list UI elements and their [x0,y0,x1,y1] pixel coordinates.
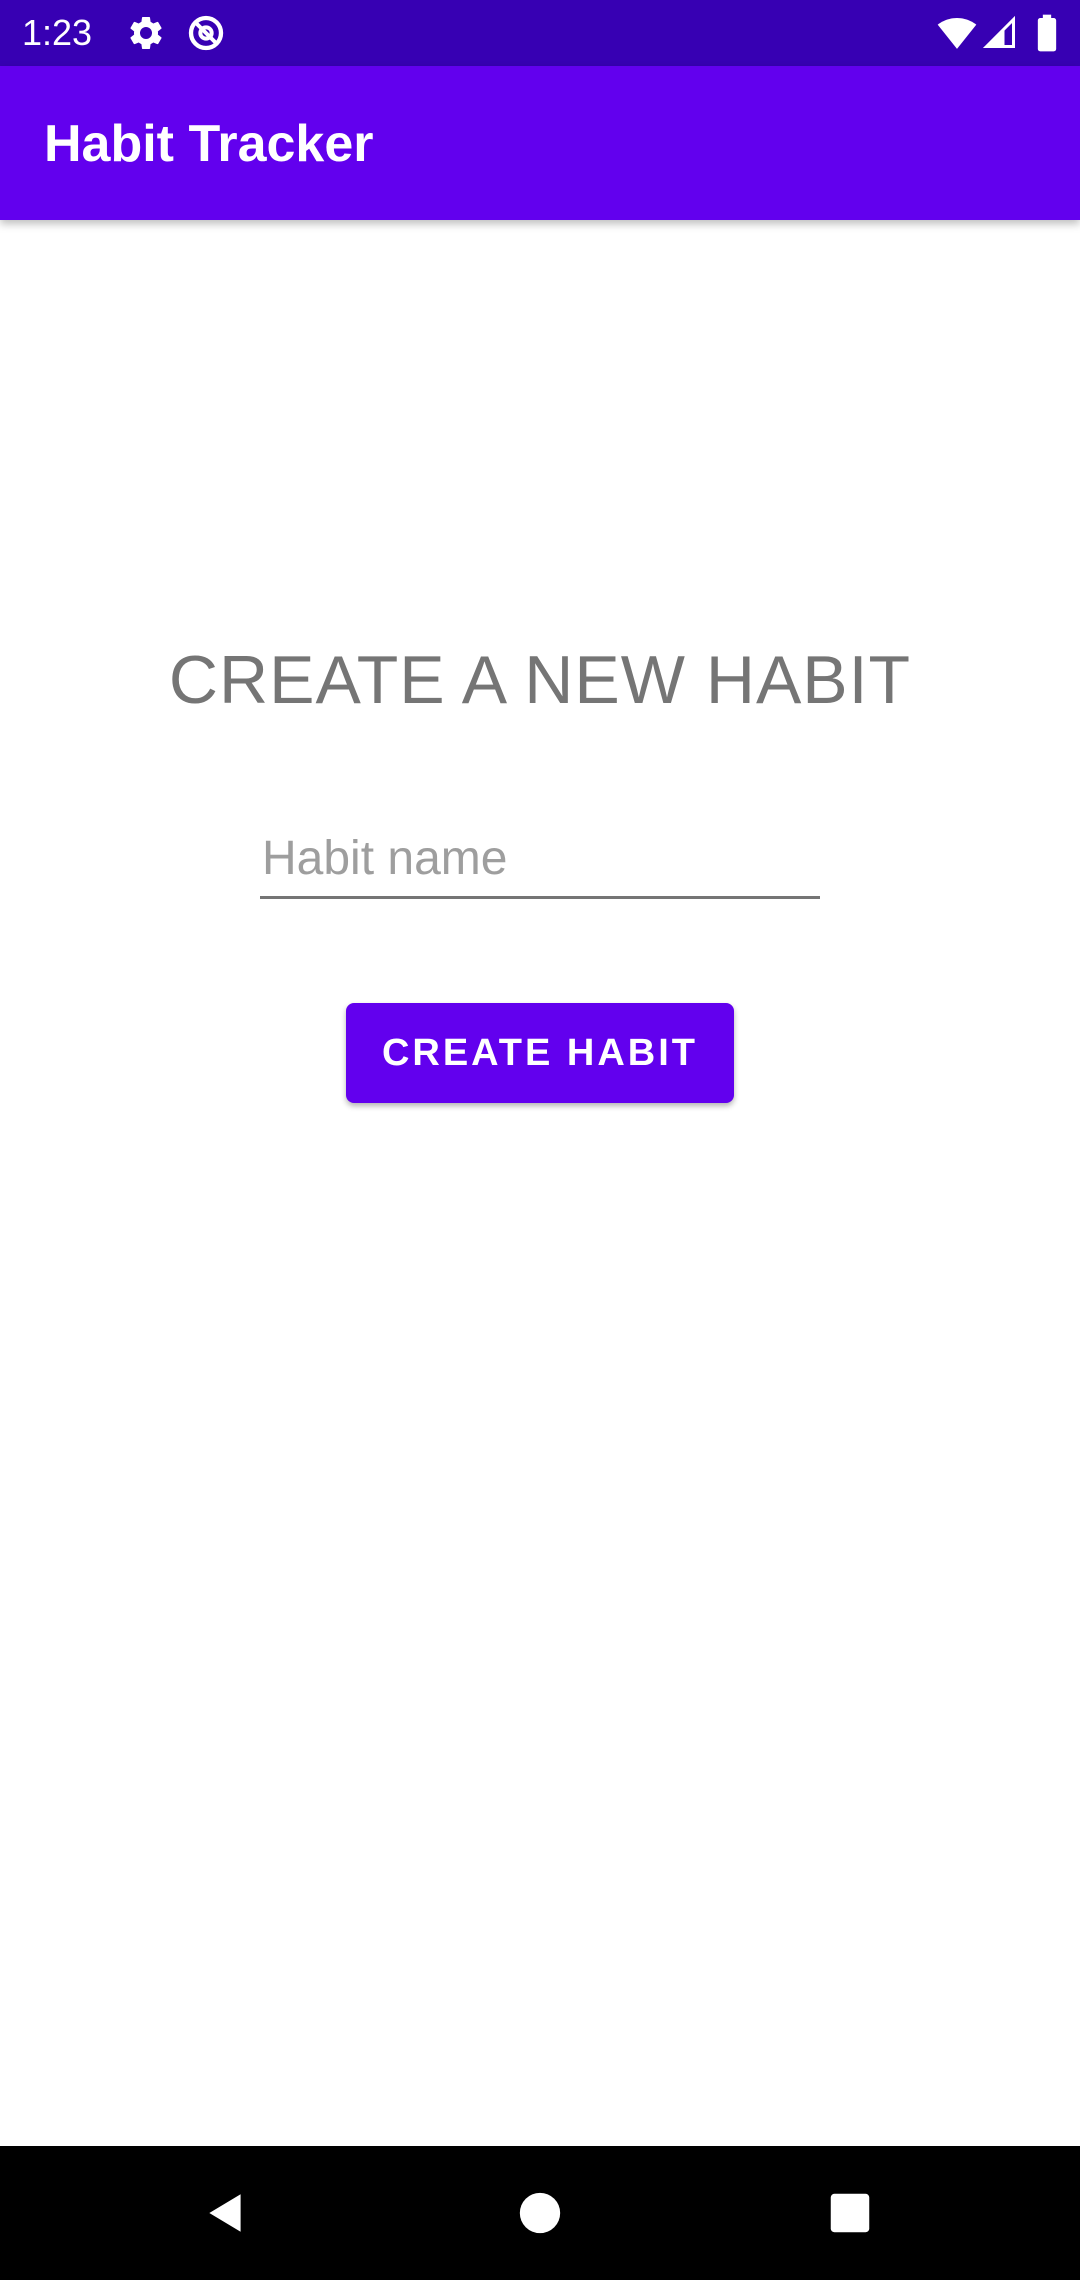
home-icon[interactable] [500,2173,580,2253]
main-content: CREATE A NEW HABIT CREATE HABIT [0,220,1080,2146]
back-icon[interactable] [186,2173,266,2253]
battery-icon [1032,13,1062,53]
status-bar: 1:23 [0,0,1080,66]
habit-name-field [260,820,820,899]
recents-icon[interactable] [810,2173,890,2253]
signal-icon [982,13,1018,53]
at-sign-icon [186,13,226,53]
status-time: 1:23 [22,12,93,53]
app-title: Habit Tracker [44,115,374,173]
navigation-bar [0,2146,1080,2280]
wifi-icon [936,13,978,53]
page-heading: CREATE A NEW HABIT [168,642,912,718]
app-bar: Habit Tracker [0,66,1080,220]
create-habit-button[interactable]: CREATE HABIT [346,1003,734,1103]
gear-icon [126,13,166,53]
habit-name-input[interactable] [260,820,820,896]
screen: 1:23 Habit Tracker CREATE A NEW HABIT Ha… [0,0,1080,2280]
